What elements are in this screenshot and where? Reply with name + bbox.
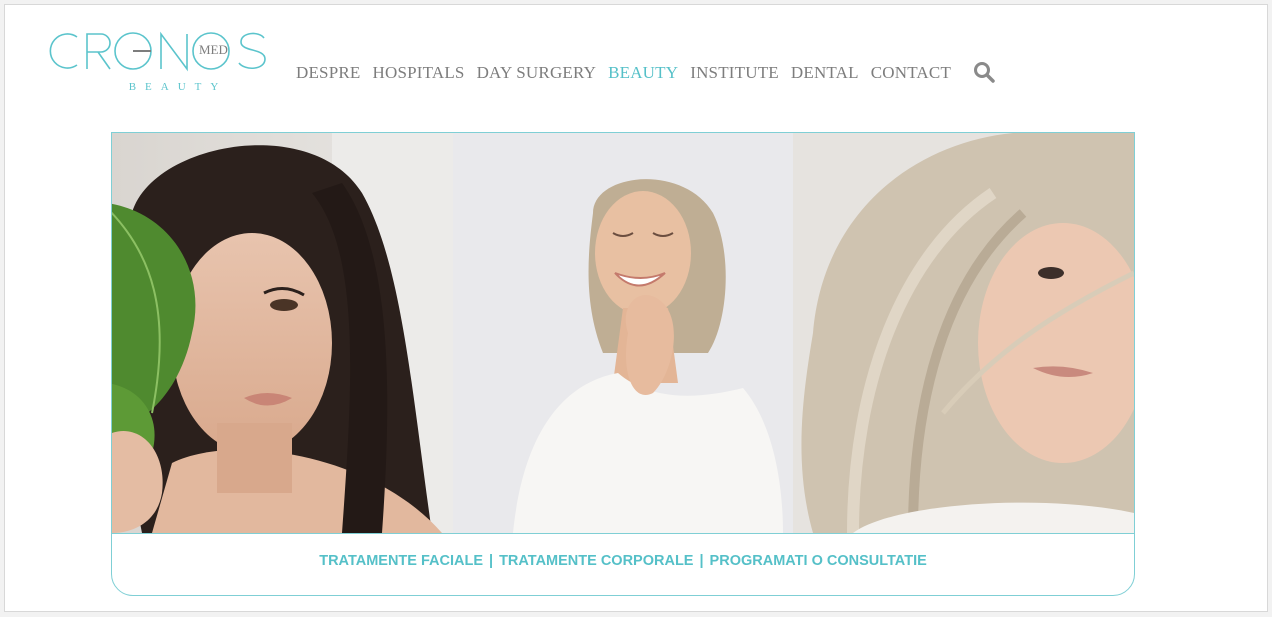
link-separator: | xyxy=(699,553,704,569)
search-icon[interactable] xyxy=(973,61,997,85)
main-nav: DESPRE HOSPITALS DAY SURGERY BEAUTY INST… xyxy=(296,61,997,85)
link-separator: | xyxy=(489,553,494,569)
hero-card: TRATAMENTE FACIALE | TRATAMENTE CORPORALE |… xyxy=(111,132,1135,596)
nav-item-despre[interactable]: DESPRE xyxy=(296,63,361,83)
card-divider xyxy=(112,533,1134,534)
gray-haired-woman-photo xyxy=(793,133,1134,533)
smiling-blonde-woman-photo xyxy=(452,133,794,533)
nav-item-day-surgery[interactable]: DAY SURGERY xyxy=(477,63,597,83)
nav-item-contact[interactable]: CONTACT xyxy=(871,63,951,83)
logo-badge-text: MED xyxy=(199,42,228,57)
logo-subtitle: BEAUTY xyxy=(128,81,228,93)
nav-item-institute[interactable]: INSTITUTE xyxy=(690,63,779,83)
woman-with-leaf-photo xyxy=(112,133,453,533)
page-frame: MED BEAUTY DESPRE HOSPITALS DAY SURGERY … xyxy=(4,4,1268,612)
nav-item-beauty[interactable]: BEAUTY xyxy=(608,63,678,83)
link-tratamente-faciale[interactable]: TRATAMENTE FACIALE xyxy=(319,553,483,569)
nav-item-hospitals[interactable]: HOSPITALS xyxy=(373,63,465,83)
link-programati-consultatie[interactable]: PROGRAMATI O CONSULTATIE xyxy=(710,553,927,569)
brand-logo[interactable]: MED BEAUTY xyxy=(43,25,268,99)
nav-item-dental[interactable]: DENTAL xyxy=(791,63,859,83)
link-tratamente-corporale[interactable]: TRATAMENTE CORPORALE xyxy=(499,553,693,569)
hero-links: TRATAMENTE FACIALE | TRATAMENTE CORPORALE |… xyxy=(112,553,1134,569)
logo-wordmark xyxy=(49,31,266,72)
hero-photo-strip xyxy=(112,133,1134,533)
